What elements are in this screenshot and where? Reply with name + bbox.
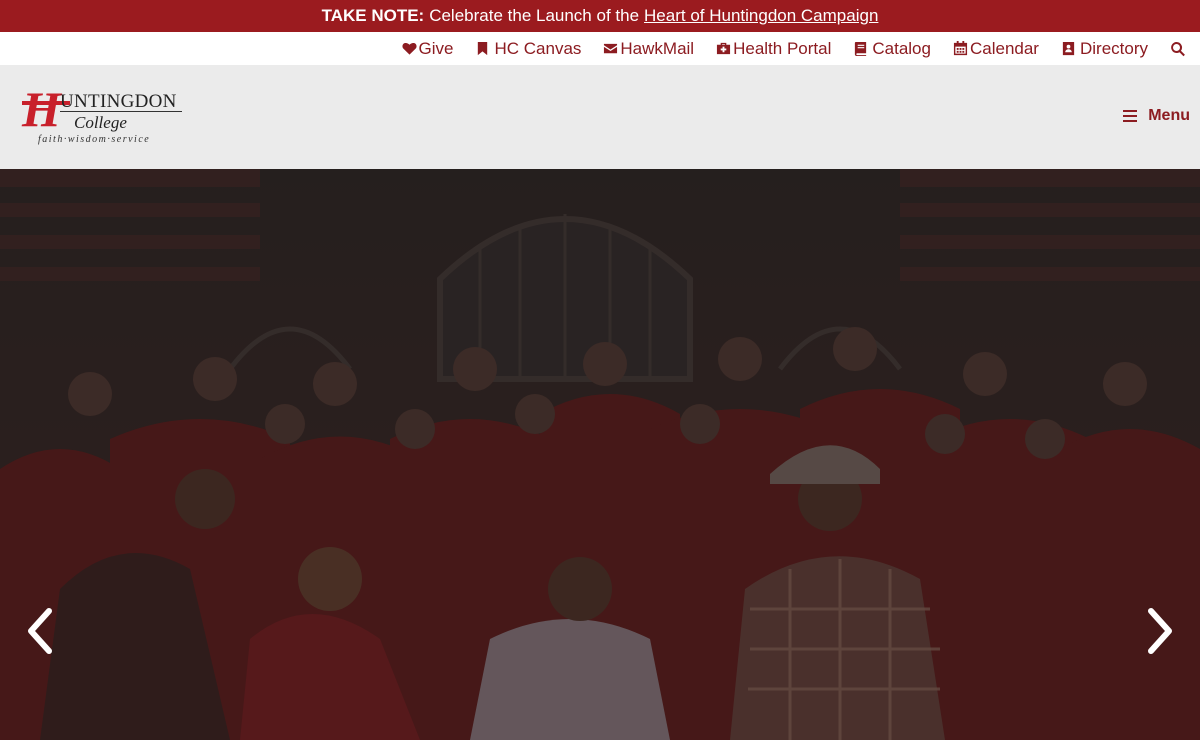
logo-initial: H xyxy=(22,81,61,137)
site-header: H UNTINGDON College faith·wisdom·service… xyxy=(0,65,1200,169)
logo-rule xyxy=(60,111,182,112)
calendar-label: Calendar xyxy=(969,38,1039,58)
catalog-link[interactable]: Catalog xyxy=(853,39,931,59)
envelope-icon xyxy=(604,43,618,54)
search-button[interactable] xyxy=(1170,41,1188,57)
announcement-text: Celebrate the Launch of the xyxy=(429,6,640,25)
calendar-icon xyxy=(953,41,968,56)
hawkmail-link[interactable]: HawkMail xyxy=(603,39,694,59)
utility-nav: Give HC Canvas HawkMail Health Portal Ca… xyxy=(0,32,1200,65)
chevron-right-icon xyxy=(1148,608,1172,654)
bookmark-icon xyxy=(478,41,488,56)
health-portal-label: Health Portal xyxy=(733,38,832,58)
next-slide-button[interactable] xyxy=(1145,607,1175,655)
hero-photo xyxy=(0,169,1200,740)
catalog-label: Catalog xyxy=(872,38,931,58)
calendar-link[interactable]: Calendar xyxy=(953,39,1039,59)
heart-icon xyxy=(401,42,417,55)
hero-slideshow xyxy=(0,169,1200,740)
hawkmail-label: HawkMail xyxy=(620,38,695,58)
menu-label: Menu xyxy=(1148,107,1190,124)
previous-slide-button[interactable] xyxy=(25,607,55,655)
huntingdon-college-logo[interactable]: H UNTINGDON College faith·wisdom·service xyxy=(22,84,192,152)
announcement-bar: TAKE NOTE: Celebrate the Launch of the H… xyxy=(0,0,1200,32)
hc-canvas-link[interactable]: HC Canvas xyxy=(475,39,581,59)
logo-tagline: faith·wisdom·service xyxy=(38,134,151,145)
book-icon xyxy=(855,41,867,56)
medkit-icon xyxy=(717,42,731,55)
logo-name: UNTINGDON xyxy=(60,91,177,112)
directory-label: Directory xyxy=(1079,38,1148,58)
hamburger-icon xyxy=(1123,110,1138,122)
give-link[interactable]: Give xyxy=(401,38,454,59)
directory-link[interactable]: Directory xyxy=(1061,39,1148,59)
search-icon xyxy=(1171,41,1185,56)
hc-canvas-label: HC Canvas xyxy=(494,38,582,58)
announcement-label: TAKE NOTE: xyxy=(321,6,425,25)
health-portal-link[interactable]: Health Portal xyxy=(716,39,831,59)
give-label: Give xyxy=(418,38,454,58)
menu-button[interactable]: Menu xyxy=(1123,107,1190,125)
chevron-left-icon xyxy=(28,608,52,654)
campaign-link[interactable]: Heart of Huntingdon Campaign xyxy=(644,6,878,26)
logo-college: College xyxy=(74,113,127,132)
address-book-icon xyxy=(1062,41,1075,56)
